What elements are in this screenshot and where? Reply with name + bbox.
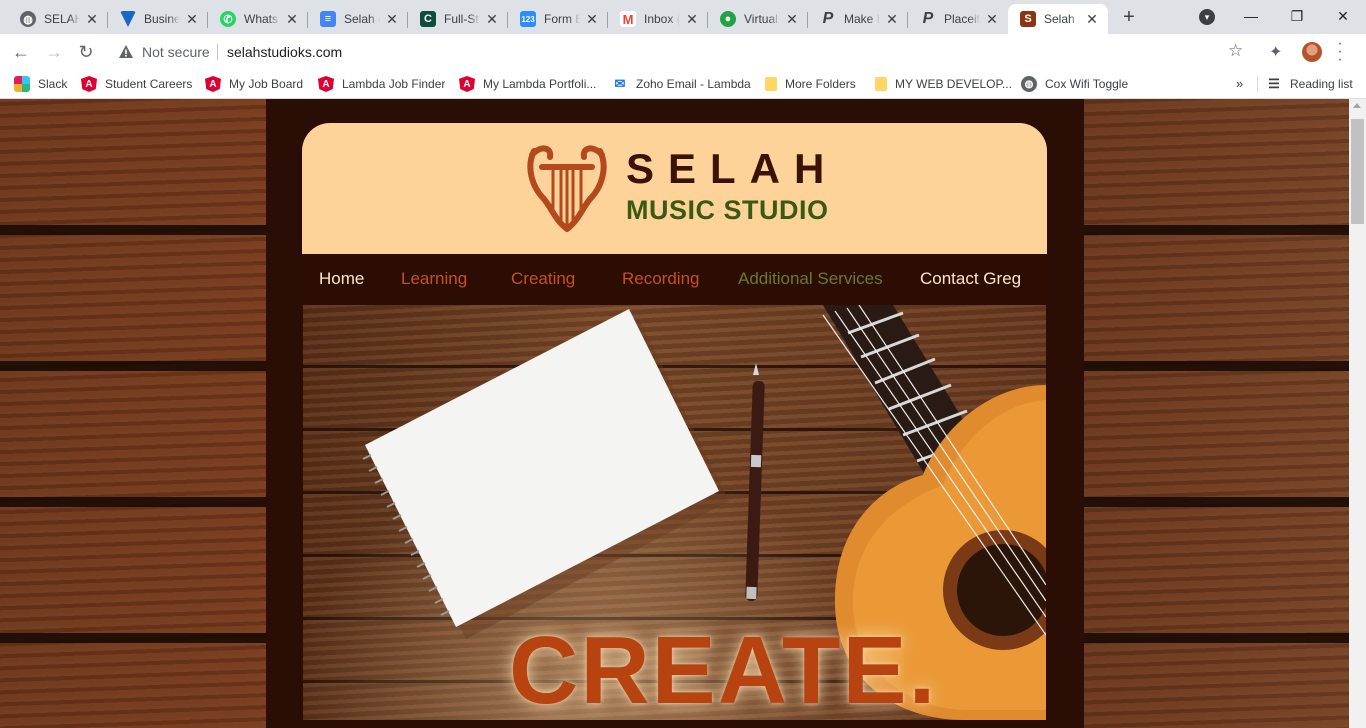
angular-icon: A [459,76,475,92]
reading-list-button[interactable]: ☰ Reading list [1266,76,1353,92]
nav-contact-greg[interactable]: Contact Greg [920,269,1021,289]
p-icon: P [922,10,934,27]
brand-subtitle: MUSIC STUDIO [626,195,829,225]
bookmarks-bar: Slack A Student Careers A My Job Board A… [0,70,1366,99]
bookmark-item[interactable]: A Student Careers [81,76,192,92]
close-tab-icon[interactable]: ✕ [1084,11,1100,27]
site-header: SELAH MUSIC STUDIO [302,123,1047,254]
globe-icon: ◍ [1021,76,1037,92]
close-tab-icon[interactable]: ✕ [84,11,100,27]
url-text[interactable]: selahstudioks.com [227,44,342,60]
browser-tab[interactable]: ● Virtual ✕ [708,4,808,34]
browser-tab[interactable]: M Inbox ( ✕ [608,4,708,34]
google-docs-icon: ≡ [320,11,336,27]
close-tab-icon[interactable]: ✕ [684,11,700,27]
main-nav: Home Learning Creating Recording Additio… [302,254,1047,305]
nav-home[interactable]: Home [319,269,364,289]
browser-tab[interactable]: C Full-St ✕ [408,4,508,34]
pen-image [745,363,765,601]
whatsapp-icon: ✆ [220,11,236,27]
scrollbar-thumb[interactable] [1351,119,1364,224]
close-tab-icon[interactable]: ✕ [384,11,400,27]
microphone-icon: ● [720,11,736,27]
bookmark-item[interactable]: A Lambda Job Finder [318,76,445,92]
vuetify-icon [120,11,136,27]
p-icon: P [822,10,834,27]
browser-toolbar: ← → ↻ Not secure selahstudioks.com ☆ [0,34,1366,70]
browser-tab-strip: ◍ SELAH ✕ Busine ✕ ✆ Whats ✕ ≡ Selah ( ✕… [0,0,1366,34]
bookmark-star-icon[interactable]: ☆ [1228,41,1243,61]
warning-triangle-icon [119,45,133,58]
hero-banner: CREATE. [303,305,1046,720]
page-scrollbar[interactable] [1349,99,1366,728]
bookmark-folder[interactable]: MY WEB DEVELOP... [875,76,1012,92]
browser-tab[interactable]: P Placeit ✕ [908,4,1008,34]
bookmark-item[interactable]: A My Job Board [205,76,303,92]
nav-additional-services[interactable]: Additional Services [738,269,883,289]
tab-search-chevron-icon[interactable]: ▾ [1199,9,1215,25]
slack-icon [14,76,30,92]
close-window-icon[interactable]: ✕ [1320,4,1366,28]
close-tab-icon[interactable]: ✕ [484,11,500,27]
bookmark-folder[interactable]: More Folders [765,76,856,92]
nav-creating[interactable]: Creating [511,269,575,289]
globe-icon: ◍ [20,11,36,27]
back-arrow-icon[interactable]: ← [9,40,33,64]
angular-icon: A [318,76,334,92]
close-tab-icon[interactable]: ✕ [284,11,300,27]
hero-headline: CREATE. [509,617,938,720]
angular-icon: A [205,76,221,92]
s-icon: S [1020,11,1036,27]
profile-avatar[interactable] [1302,42,1322,62]
extensions-puzzle-icon[interactable]: ✦ [1269,42,1282,62]
lyre-logo-icon[interactable] [526,141,608,235]
close-tab-icon[interactable]: ✕ [184,11,200,27]
c-icon: C [420,11,436,27]
browser-tab[interactable]: ◍ SELAH ✕ [8,4,108,34]
browser-tab[interactable]: Busine ✕ [108,4,208,34]
close-tab-icon[interactable]: ✕ [984,11,1000,27]
page-viewport: SELAH MUSIC STUDIO Home Learning Creatin… [0,99,1366,728]
folder-icon [875,77,887,91]
more-bookmarks-chevron-icon[interactable]: » [1236,76,1243,91]
security-label[interactable]: Not secure [142,44,210,60]
reload-icon[interactable]: ↻ [74,40,98,64]
bookmark-item[interactable]: Slack [14,76,67,92]
new-tab-plus-icon[interactable]: + [1118,7,1140,29]
gmail-icon: M [620,11,636,27]
nav-learning[interactable]: Learning [401,269,467,289]
more-menu-icon[interactable]: · · · [1336,36,1344,68]
scroll-up-arrow-icon[interactable] [1353,103,1361,108]
browser-tab[interactable]: ✆ Whats ✕ [208,4,308,34]
bookmarks-separator [1257,76,1258,92]
folder-icon [765,77,777,91]
restore-icon[interactable]: ❐ [1274,4,1320,28]
close-tab-icon[interactable]: ✕ [784,11,800,27]
forward-arrow-icon[interactable]: → [42,40,66,64]
address-separator [217,44,218,60]
close-tab-icon[interactable]: ✕ [884,11,900,27]
minimize-icon[interactable]: — [1228,4,1274,28]
angular-icon: A [81,76,97,92]
browser-tab[interactable]: ≡ Selah ( ✕ [308,4,408,34]
brand-name: SELAH [626,145,839,192]
nav-recording[interactable]: Recording [622,269,700,289]
bookmark-item[interactable]: A My Lambda Portfoli... [459,76,596,92]
reading-list-icon: ☰ [1268,76,1280,91]
browser-tab[interactable]: 123 Form E ✕ [508,4,608,34]
address-bar[interactable]: Not secure selahstudioks.com ☆ [110,38,1262,66]
bookmark-item[interactable]: ◍ Cox Wifi Toggle [1021,76,1128,92]
browser-tab-active[interactable]: S Selah I ✕ [1008,4,1108,34]
site-container: SELAH MUSIC STUDIO Home Learning Creatin… [266,99,1084,728]
zoho-icon: ✉ [614,76,626,91]
notebook-image [362,309,729,639]
browser-tab[interactable]: P Make I ✕ [808,4,908,34]
bookmark-item[interactable]: ✉ Zoho Email - Lambda [612,76,751,92]
close-tab-icon[interactable]: ✕ [584,11,600,27]
form-123-icon: 123 [520,11,536,27]
